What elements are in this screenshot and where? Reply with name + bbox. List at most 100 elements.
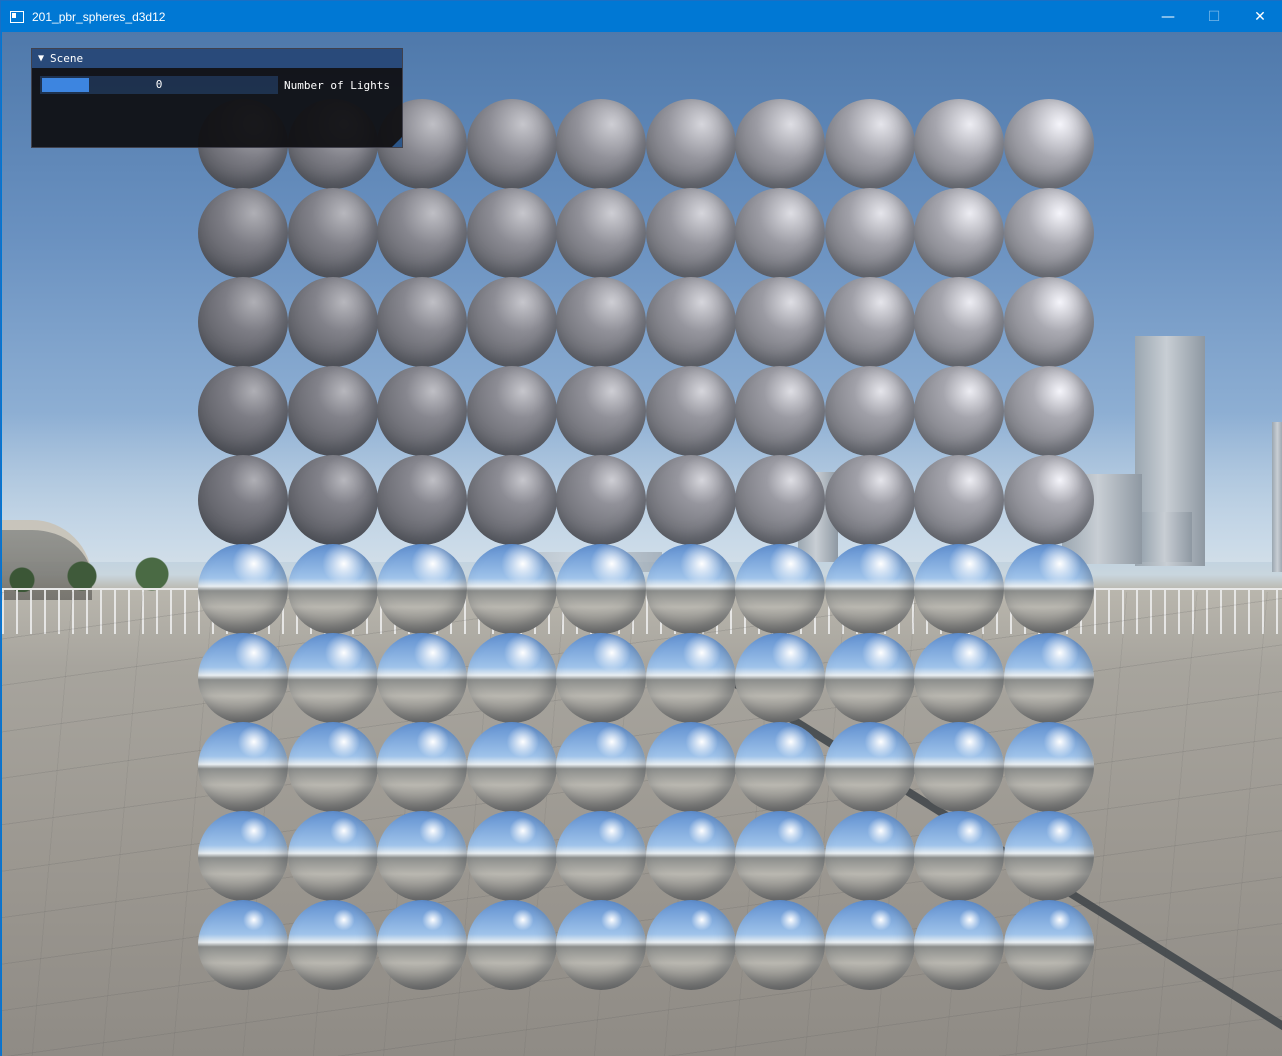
pbr-sphere: [1003, 188, 1094, 278]
pbr-sphere: [824, 277, 915, 367]
pbr-sphere: [735, 277, 825, 367]
pbr-sphere: [914, 188, 1004, 278]
pbr-sphere: [735, 366, 825, 456]
pbr-sphere-grid: [2, 32, 1282, 1056]
pbr-sphere: [466, 900, 557, 990]
scene-panel[interactable]: ▼ Scene 0 Number of Lights: [31, 48, 403, 148]
pbr-sphere: [1003, 366, 1094, 456]
pbr-sphere: [287, 900, 378, 990]
pbr-sphere: [824, 366, 915, 456]
pbr-sphere: [466, 544, 557, 634]
pbr-sphere: [556, 366, 646, 456]
pbr-sphere: [556, 811, 646, 901]
pbr-sphere: [914, 455, 1004, 545]
pbr-sphere: [377, 811, 467, 901]
pbr-sphere: [198, 722, 288, 812]
pbr-sphere: [914, 722, 1004, 812]
pbr-sphere: [645, 811, 736, 901]
pbr-sphere: [466, 99, 557, 189]
pbr-sphere: [466, 811, 557, 901]
pbr-sphere: [824, 544, 915, 634]
pbr-sphere: [377, 277, 467, 367]
pbr-sphere: [556, 544, 646, 634]
pbr-sphere: [1003, 544, 1094, 634]
pbr-sphere: [645, 99, 736, 189]
slider-value: 0: [155, 78, 163, 91]
pbr-sphere: [287, 544, 378, 634]
pbr-sphere: [914, 366, 1004, 456]
pbr-sphere: [914, 811, 1004, 901]
pbr-sphere: [1003, 900, 1094, 990]
pbr-sphere: [735, 544, 825, 634]
pbr-sphere: [914, 633, 1004, 723]
pbr-sphere: [1003, 811, 1094, 901]
pbr-sphere: [287, 722, 378, 812]
pbr-sphere: [735, 455, 825, 545]
pbr-sphere: [287, 188, 378, 278]
number-of-lights-slider[interactable]: 0: [40, 76, 278, 94]
pbr-sphere: [645, 544, 736, 634]
pbr-sphere: [377, 188, 467, 278]
pbr-sphere: [556, 722, 646, 812]
pbr-sphere: [735, 633, 825, 723]
pbr-sphere: [466, 633, 557, 723]
maximize-button[interactable]: ☐: [1191, 1, 1237, 32]
pbr-sphere: [556, 188, 646, 278]
pbr-sphere: [198, 900, 288, 990]
pbr-sphere: [824, 99, 915, 189]
pbr-sphere: [645, 722, 736, 812]
pbr-sphere: [1003, 277, 1094, 367]
pbr-sphere: [556, 455, 646, 545]
pbr-sphere: [645, 900, 736, 990]
pbr-sphere: [377, 366, 467, 456]
close-button[interactable]: ✕: [1237, 1, 1282, 32]
pbr-sphere: [824, 722, 915, 812]
pbr-sphere: [1003, 722, 1094, 812]
pbr-sphere: [287, 366, 378, 456]
pbr-sphere: [1003, 99, 1094, 189]
pbr-sphere: [466, 455, 557, 545]
pbr-sphere: [645, 277, 736, 367]
minimize-button[interactable]: —: [1145, 1, 1191, 32]
pbr-sphere: [287, 277, 378, 367]
title-bar[interactable]: 201_pbr_spheres_d3d12 — ☐ ✕: [1, 1, 1282, 32]
render-viewport[interactable]: ▼ Scene 0 Number of Lights: [2, 32, 1282, 1056]
slider-label: Number of Lights: [284, 78, 390, 92]
pbr-sphere: [377, 722, 467, 812]
lights-slider-row: 0 Number of Lights: [40, 76, 390, 94]
pbr-sphere: [198, 455, 288, 545]
pbr-sphere: [914, 900, 1004, 990]
pbr-sphere: [824, 455, 915, 545]
resize-grip[interactable]: [392, 137, 402, 147]
pbr-sphere: [198, 811, 288, 901]
collapse-arrow-icon[interactable]: ▼: [38, 53, 44, 64]
pbr-sphere: [466, 277, 557, 367]
pbr-sphere: [466, 188, 557, 278]
pbr-sphere: [287, 811, 378, 901]
pbr-sphere: [735, 188, 825, 278]
pbr-sphere: [198, 277, 288, 367]
pbr-sphere: [914, 277, 1004, 367]
pbr-sphere: [466, 366, 557, 456]
pbr-sphere: [287, 633, 378, 723]
pbr-sphere: [556, 99, 646, 189]
pbr-sphere: [287, 455, 378, 545]
pbr-sphere: [198, 188, 288, 278]
pbr-sphere: [645, 366, 736, 456]
pbr-sphere: [377, 544, 467, 634]
pbr-sphere: [377, 633, 467, 723]
scene-panel-header[interactable]: ▼ Scene: [32, 49, 402, 68]
app-window-icon: [10, 10, 24, 23]
pbr-sphere: [556, 633, 646, 723]
pbr-sphere: [914, 99, 1004, 189]
pbr-sphere: [735, 722, 825, 812]
pbr-sphere: [377, 455, 467, 545]
pbr-sphere: [735, 811, 825, 901]
caption-buttons: — ☐ ✕: [1145, 1, 1282, 32]
pbr-sphere: [735, 99, 825, 189]
pbr-sphere: [645, 188, 736, 278]
pbr-sphere: [735, 900, 825, 990]
pbr-sphere: [466, 722, 557, 812]
pbr-sphere: [198, 544, 288, 634]
pbr-sphere: [198, 366, 288, 456]
